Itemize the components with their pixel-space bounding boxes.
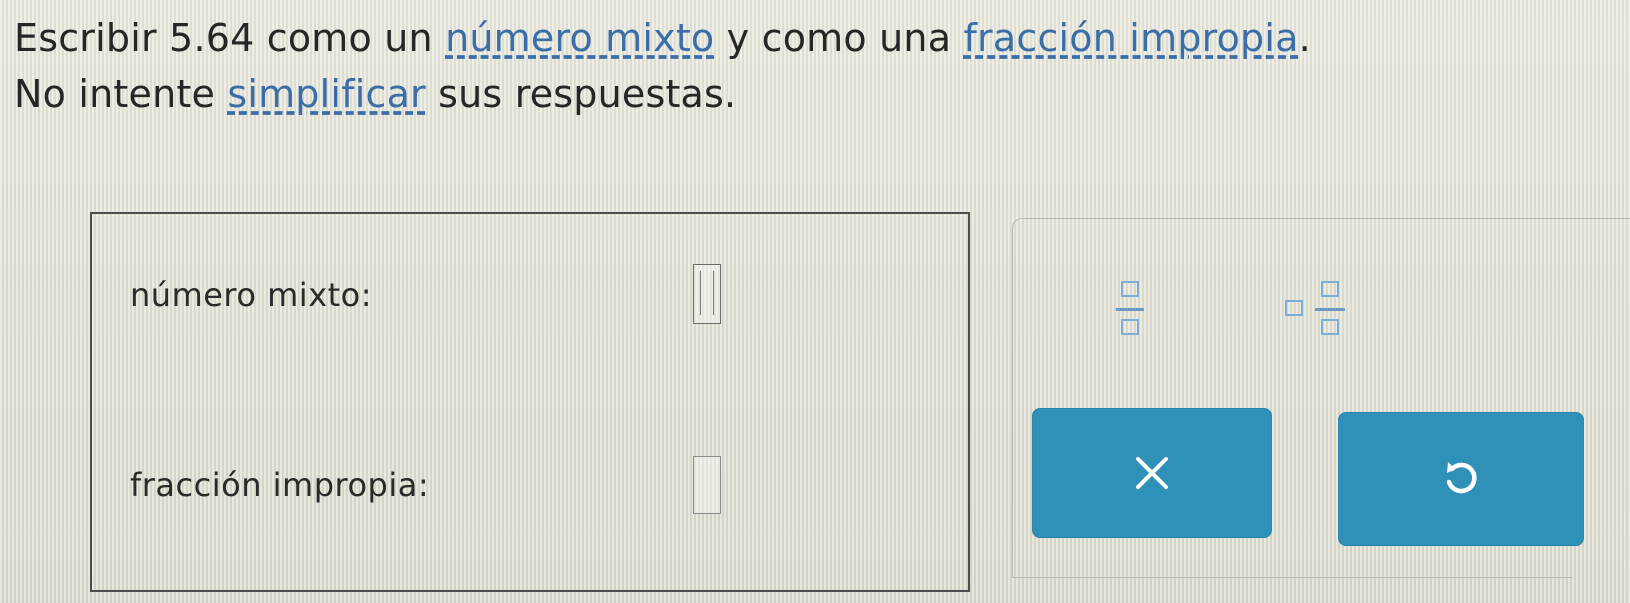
fraction-bar-icon [1116,308,1144,311]
question-text: Escribir 5.64 como un número mixto y com… [14,10,1614,122]
question-text-part: Escribir 5.64 como un [14,16,446,60]
undo-button[interactable] [1338,412,1584,546]
answer-box: número mixto: fracción impropia: [90,212,970,592]
question-text-part: . [1298,16,1311,60]
fraction-bar-icon [1315,308,1345,311]
improper-fraction-link[interactable]: fracción impropia [963,16,1298,60]
close-icon [1136,457,1168,489]
mixed-number-template-button[interactable] [1285,271,1361,349]
mixed-number-input[interactable] [693,264,721,324]
fraction-template-button[interactable] [1113,271,1147,349]
improper-fraction-label: fracción impropia: [130,466,430,504]
question-text-part: No intente [14,72,228,116]
denominator-box-icon [1121,319,1139,335]
simplify-link[interactable]: simplificar [227,72,426,116]
improper-fraction-input[interactable] [693,456,721,514]
denominator-box-icon [1321,319,1339,335]
numerator-box-icon [1321,281,1339,297]
numerator-box-icon [1121,281,1139,297]
mixed-number-label: número mixto: [130,276,373,314]
question-text-part: y como una [714,16,964,60]
question-text-part: sus respuestas. [425,72,737,116]
clear-button[interactable] [1032,408,1272,538]
undo-icon [1446,462,1477,494]
mixed-number-link[interactable]: número mixto [445,16,714,60]
whole-box-icon [1285,300,1303,316]
